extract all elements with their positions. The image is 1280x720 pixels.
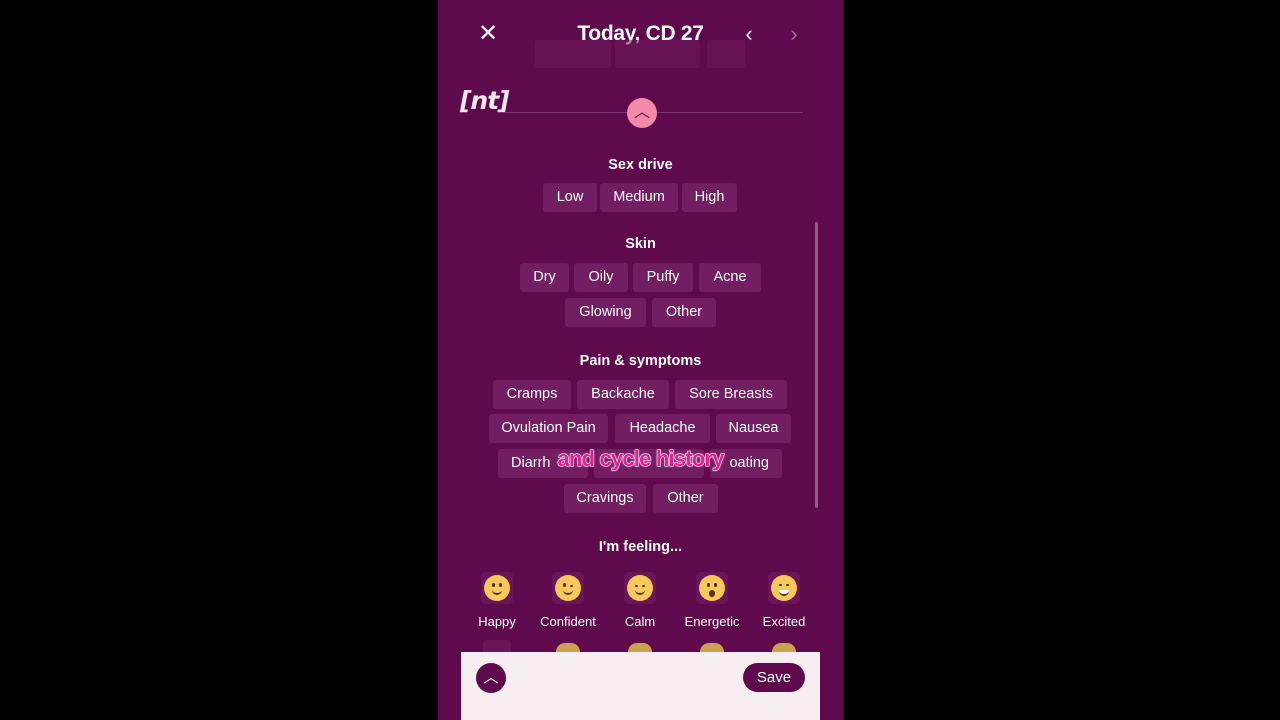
- chip-pain-ovulation-pain[interactable]: Ovulation Pain: [489, 414, 608, 443]
- chip-pain-other[interactable]: Other: [653, 484, 718, 513]
- chip-pain-nausea[interactable]: Nausea: [716, 414, 791, 443]
- wink-emoji-icon: [555, 575, 581, 601]
- section-title-sex-drive: Sex drive: [608, 157, 673, 173]
- mood-happy[interactable]: [481, 572, 513, 604]
- calm-emoji-icon: [627, 575, 653, 601]
- grin-emoji-icon: [771, 575, 797, 601]
- video-caption: and cycle history: [557, 446, 725, 472]
- mood-confident[interactable]: [552, 572, 584, 604]
- mood-item-partial[interactable]: [700, 643, 724, 652]
- mood-energetic[interactable]: [696, 572, 728, 604]
- logo: [nt]: [460, 86, 510, 115]
- mood-item-partial[interactable]: [483, 640, 511, 652]
- section-title-skin: Skin: [625, 236, 656, 252]
- mood-item-partial[interactable]: [628, 643, 652, 652]
- mood-calm[interactable]: [624, 572, 656, 604]
- mood-label-excited: Excited: [762, 614, 806, 629]
- chip-pain-sore-breasts[interactable]: Sore Breasts: [675, 380, 787, 409]
- chip-sex-drive-medium[interactable]: Medium: [600, 183, 678, 212]
- happy-emoji-icon: [484, 575, 510, 601]
- surprised-emoji-icon: [699, 575, 725, 601]
- chip-skin-dry[interactable]: Dry: [520, 263, 569, 292]
- mood-label-happy: Happy: [478, 614, 516, 629]
- chip-pain-cramps[interactable]: Cramps: [493, 380, 571, 409]
- section-title-pain: Pain & symptoms: [579, 353, 702, 369]
- chevron-up-icon: ︿: [633, 104, 650, 121]
- chip-skin-glowing[interactable]: Glowing: [565, 298, 646, 327]
- mood-excited[interactable]: [768, 572, 800, 604]
- chip-sex-drive-high[interactable]: High: [682, 183, 737, 212]
- chip-pain-cravings[interactable]: Cravings: [564, 484, 646, 513]
- scroll-up-button[interactable]: ︿: [476, 663, 506, 693]
- section-title-feeling: I'm feeling...: [598, 539, 683, 555]
- mood-label-confident: Confident: [540, 614, 596, 629]
- save-button[interactable]: Save: [743, 663, 805, 692]
- mood-label-energetic: Energetic: [684, 614, 740, 629]
- chevron-right-icon: ›: [790, 21, 798, 46]
- chip-skin-oily[interactable]: Oily: [574, 263, 628, 292]
- mood-item-partial[interactable]: [772, 643, 796, 652]
- mood-label-calm: Calm: [624, 614, 656, 629]
- collapse-button[interactable]: ︿: [627, 98, 657, 128]
- mood-item-partial[interactable]: [556, 643, 580, 652]
- option-chip[interactable]: [535, 40, 611, 68]
- chip-pain-headache[interactable]: Headache: [615, 414, 710, 443]
- chevron-up-icon: ︿: [483, 669, 499, 686]
- scrolled-options-row: [535, 40, 745, 68]
- chip-skin-acne[interactable]: Acne: [699, 263, 761, 292]
- chip-pain-backache[interactable]: Backache: [577, 380, 669, 409]
- option-chip[interactable]: [707, 40, 745, 68]
- app-screen: ✕ Today, CD 27 ‹ › [nt] ︿ Sex drive Low …: [438, 0, 843, 720]
- bottom-action-bar: ︿ Save: [461, 652, 820, 720]
- chip-sex-drive-low[interactable]: Low: [543, 183, 597, 212]
- chip-skin-puffy[interactable]: Puffy: [633, 263, 693, 292]
- option-chip[interactable]: [615, 40, 700, 68]
- chip-skin-other[interactable]: Other: [652, 298, 716, 327]
